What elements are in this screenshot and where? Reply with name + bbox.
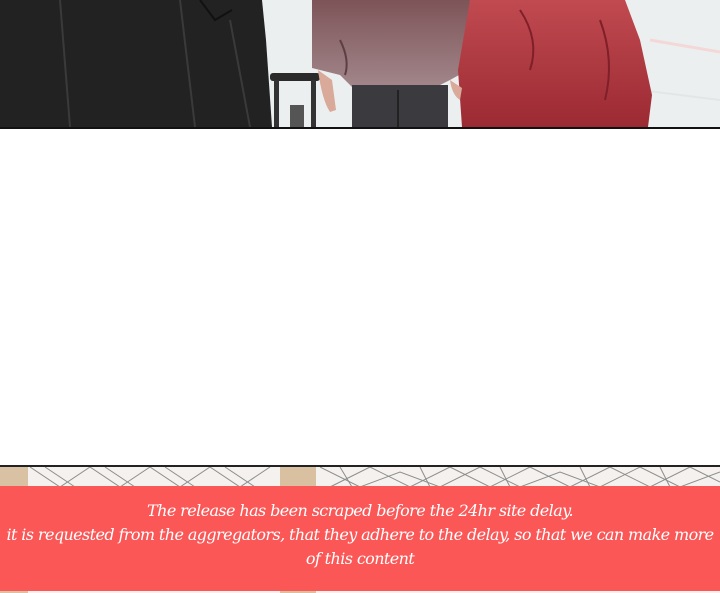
panel-illustration	[0, 0, 720, 127]
notice-line-2: it is requested from the aggregators, th…	[6, 524, 714, 568]
comic-panel-top	[0, 0, 720, 129]
scrape-notice-banner: The release has been scraped before the …	[0, 486, 720, 591]
notice-line-1: The release has been scraped before the …	[147, 500, 573, 520]
person-black-coat	[0, 0, 272, 127]
person-red-jacket	[458, 0, 652, 127]
panel-gutter	[0, 129, 720, 465]
